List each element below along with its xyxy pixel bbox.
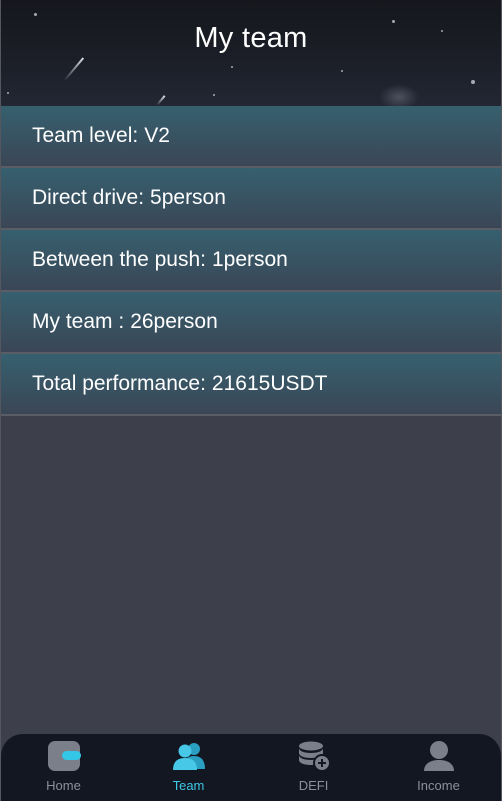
stat-label: Team level: bbox=[32, 124, 139, 147]
star-decoration bbox=[7, 92, 9, 94]
team-stats-list: Team level: V2 Direct drive: 5person Bet… bbox=[1, 106, 501, 416]
team-icon bbox=[172, 743, 205, 770]
tab-team[interactable]: Team bbox=[126, 734, 251, 801]
stat-value: 5person bbox=[150, 186, 226, 209]
tab-label: Home bbox=[46, 778, 81, 793]
meteor-decoration bbox=[156, 95, 166, 106]
star-decoration bbox=[231, 66, 233, 68]
stat-row-total-performance: Total performance: 21615USDT bbox=[1, 354, 501, 416]
glow-decoration bbox=[379, 84, 419, 106]
stat-label: Total performance: bbox=[32, 372, 206, 395]
star-decoration bbox=[213, 94, 215, 96]
app-screen: My team Team level: V2 Direct drive: 5pe… bbox=[0, 0, 502, 801]
tab-label: Team bbox=[172, 778, 205, 793]
stat-row-my-team: My team : 26person bbox=[1, 292, 501, 354]
stat-label: My team : bbox=[32, 310, 125, 333]
header: My team bbox=[1, 0, 501, 106]
wallet-icon bbox=[47, 741, 81, 771]
tab-defi[interactable]: DEFI bbox=[251, 734, 376, 801]
tab-label: DEFI bbox=[298, 778, 329, 793]
stat-value: 21615USDT bbox=[211, 372, 328, 395]
stat-row-between-push: Between the push: 1person bbox=[1, 230, 501, 292]
user-icon bbox=[423, 741, 454, 771]
stat-value: V2 bbox=[144, 124, 170, 147]
meteor-decoration bbox=[63, 57, 85, 82]
star-decoration bbox=[341, 70, 343, 72]
stat-row-team-level: Team level: V2 bbox=[1, 106, 501, 168]
stat-value: 26person bbox=[130, 310, 218, 333]
tab-label: Income bbox=[417, 778, 460, 793]
tab-home[interactable]: Home bbox=[1, 734, 126, 801]
stat-label: Direct drive: bbox=[32, 186, 145, 209]
page-title: My team bbox=[194, 22, 308, 54]
stat-row-direct-drive: Direct drive: 5person bbox=[1, 168, 501, 230]
stat-value: 1person bbox=[211, 248, 288, 271]
coins-add-icon bbox=[298, 741, 331, 772]
stat-label: Between the push: bbox=[32, 248, 206, 271]
star-decoration bbox=[471, 80, 475, 84]
tab-income[interactable]: Income bbox=[376, 734, 501, 801]
bottom-tab-bar: Home Team DEFI Income bbox=[1, 734, 501, 801]
star-decoration bbox=[34, 13, 37, 16]
